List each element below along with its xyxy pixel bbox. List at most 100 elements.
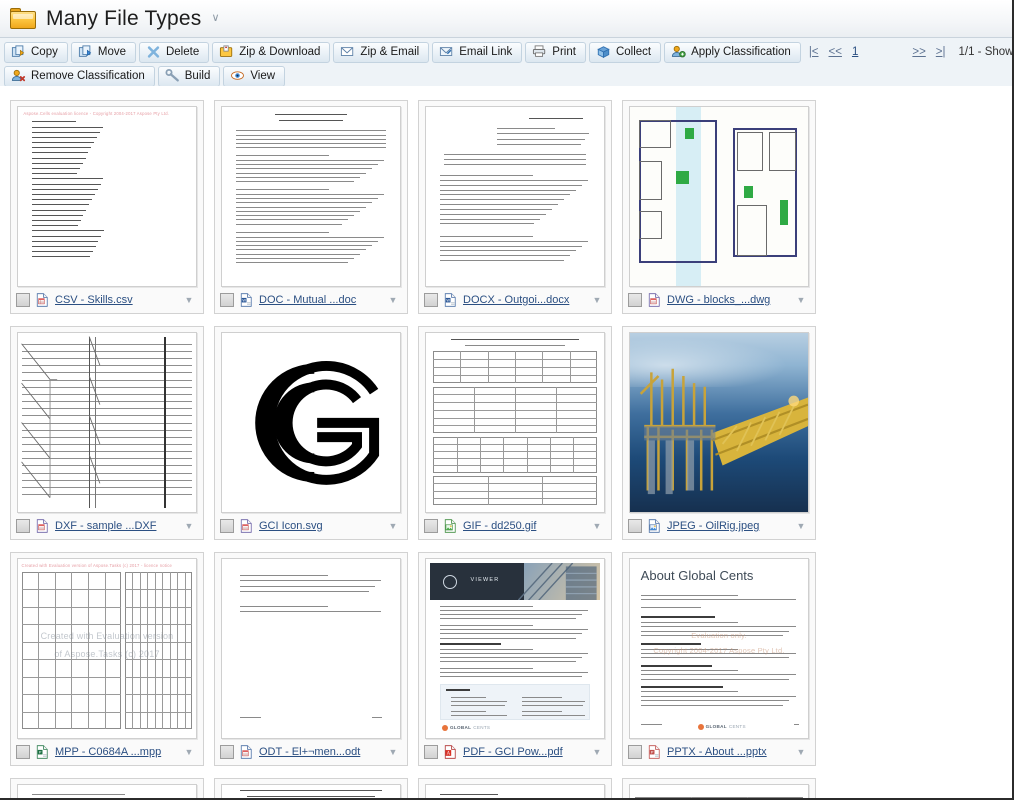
file-card[interactable]: W DOC - Mutual ...doc ▼ [214, 100, 408, 314]
build-button[interactable]: Build [157, 65, 221, 87]
file-card[interactable]: TIF - MA Prop...tif▼ [214, 778, 408, 798]
next-page-link[interactable]: >> [912, 46, 925, 58]
file-thumbnail[interactable] [629, 784, 809, 798]
file-select-checkbox[interactable] [628, 745, 642, 759]
file-menu-caret-icon[interactable]: ▼ [588, 745, 606, 760]
delete-button[interactable]: Delete [138, 41, 210, 63]
file-select-checkbox[interactable] [628, 293, 642, 307]
file-card[interactable]: JPEG - OilRig.jpeg ▼ [622, 326, 816, 540]
file-menu-caret-icon[interactable]: ▼ [792, 519, 810, 534]
file-name-link[interactable]: DWG - blocks_...dwg [667, 294, 787, 306]
file-select-checkbox[interactable] [16, 293, 30, 307]
file-menu-caret-icon[interactable]: ▼ [792, 293, 810, 308]
previous-page-link[interactable]: << [829, 46, 842, 58]
file-card[interactable]: GCI Icon.svg ▼ [214, 326, 408, 540]
file-grid[interactable]: Aspose.Cells evaluation licence - Copyri… [0, 86, 1012, 798]
file-thumbnail[interactable] [221, 784, 401, 798]
file-name-link[interactable]: GIF - dd250.gif [463, 520, 583, 532]
email-link-button[interactable]: Email Link [432, 41, 523, 63]
file-name-link[interactable]: DXF - sample ...DXF [55, 520, 175, 532]
zip-download-button[interactable]: Zip & Download [212, 41, 331, 63]
gif-file-icon [443, 519, 458, 533]
first-page-link[interactable]: |< [809, 46, 819, 58]
file-menu-caret-icon[interactable]: ▼ [180, 745, 198, 760]
file-select-checkbox[interactable] [16, 519, 30, 533]
email-link-icon [439, 45, 454, 59]
toolbar-button-label: Build [184, 70, 211, 82]
file-name-link[interactable]: PPTX - About ...pptx [667, 746, 787, 758]
file-thumbnail[interactable] [629, 332, 809, 513]
copy-button[interactable]: Copy [4, 41, 68, 63]
toolbar-button-label: Move [97, 46, 126, 58]
title-dropdown-caret[interactable]: ∨ [212, 13, 220, 24]
file-name-link[interactable]: ODT - El+¬men...odt [259, 746, 379, 758]
file-select-checkbox[interactable] [424, 293, 438, 307]
file-select-checkbox[interactable] [16, 745, 30, 759]
file-thumbnail[interactable] [221, 332, 401, 513]
file-menu-caret-icon[interactable]: ▼ [588, 293, 606, 308]
zip-email-button[interactable]: Zip & Email [333, 41, 430, 63]
file-thumbnail[interactable] [425, 784, 605, 798]
file-select-checkbox[interactable] [628, 519, 642, 533]
toolbar-row-primary: Copy Move Delete Zip & Download Zip & Email E… [4, 41, 1012, 63]
file-card[interactable]: TXT - pat60015.txt▼ [418, 778, 612, 798]
collect-button[interactable]: Collect [588, 41, 662, 63]
print-button[interactable]: Print [525, 41, 586, 63]
file-card[interactable]: RTF - EULA.jp.rtf▼ [10, 778, 204, 798]
file-select-checkbox[interactable] [220, 293, 234, 307]
file-card-footer: ODT - El+¬men...odt ▼ [215, 739, 407, 765]
file-thumbnail[interactable] [425, 106, 605, 287]
file-menu-caret-icon[interactable]: ▼ [180, 519, 198, 534]
file-card[interactable]: About Global Cents Evaluation only. Copyri… [622, 552, 816, 766]
file-thumbnail[interactable] [425, 332, 605, 513]
file-card-partial[interactable] [622, 778, 816, 798]
file-card[interactable]: DWG - blocks_...dwg ▼ [622, 100, 816, 314]
dwg-file-icon [647, 293, 662, 307]
file-card-footer: P PPTX - About ...pptx ▼ [623, 739, 815, 765]
file-thumbnail[interactable] [629, 106, 809, 287]
apply-classification-button[interactable]: Apply Classification [664, 41, 801, 63]
file-menu-caret-icon[interactable]: ▼ [384, 293, 402, 308]
file-thumbnail[interactable] [221, 558, 401, 739]
file-name-link[interactable]: JPEG - OilRig.jpeg [667, 520, 787, 532]
file-thumbnail[interactable]: About Global Cents Evaluation only. Copyri… [629, 558, 809, 739]
file-card[interactable]: Created with Evaluation version of Aspos… [10, 552, 204, 766]
file-name-link[interactable]: MPP - C0684A ...mpp [55, 746, 175, 758]
file-menu-caret-icon[interactable]: ▼ [384, 745, 402, 760]
file-thumbnail[interactable] [17, 784, 197, 798]
file-thumbnail[interactable]: Aspose.Cells evaluation licence - Copyri… [17, 106, 197, 287]
file-name-link[interactable]: PDF - GCI Pow...pdf [463, 746, 583, 758]
file-name-link[interactable]: DOCX - Outgoi...docx [463, 294, 583, 306]
file-card-footer: CSV - Skills.csv ▼ [11, 287, 203, 313]
file-card[interactable]: DXF - sample ...DXF ▼ [10, 326, 204, 540]
file-card-footer: W DOC - Mutual ...doc ▼ [215, 287, 407, 313]
remove-classification-button[interactable]: Remove Classification [4, 65, 155, 87]
view-button[interactable]: View [223, 65, 286, 87]
file-thumbnail[interactable] [221, 106, 401, 287]
file-select-checkbox[interactable] [424, 745, 438, 759]
file-menu-caret-icon[interactable]: ▼ [792, 745, 810, 760]
file-thumbnail[interactable]: Created with Evaluation version of Aspos… [17, 558, 197, 739]
docx-file-icon: W [443, 293, 458, 307]
file-menu-caret-icon[interactable]: ▼ [384, 519, 402, 534]
file-name-link[interactable]: GCI Icon.svg [259, 520, 379, 532]
move-button[interactable]: Move [70, 41, 136, 63]
page-number-link[interactable]: 1 [852, 46, 858, 58]
file-select-checkbox[interactable] [424, 519, 438, 533]
last-page-link[interactable]: >| [936, 46, 946, 58]
file-card[interactable]: W DOCX - Outgoi...docx ▼ [418, 100, 612, 314]
file-card[interactable]: Aspose.Cells evaluation licence - Copyri… [10, 100, 204, 314]
file-card[interactable]: GIF - dd250.gif ▼ [418, 326, 612, 540]
file-name-link[interactable]: DOC - Mutual ...doc [259, 294, 379, 306]
file-card-footer: P MPP - C0684A ...mpp ▼ [11, 739, 203, 765]
file-thumbnail[interactable]: VIEWER GLOBAL CENTS [425, 558, 605, 739]
file-card-footer: DXF - sample ...DXF ▼ [11, 513, 203, 539]
file-menu-caret-icon[interactable]: ▼ [180, 293, 198, 308]
file-name-link[interactable]: CSV - Skills.csv [55, 294, 175, 306]
file-card[interactable]: VIEWER GLOBAL CENTS A PDF - GCI Pow...pdf ▼ [418, 552, 612, 766]
file-card[interactable]: ODT - El+¬men...odt ▼ [214, 552, 408, 766]
file-menu-caret-icon[interactable]: ▼ [588, 519, 606, 534]
file-select-checkbox[interactable] [220, 745, 234, 759]
file-select-checkbox[interactable] [220, 519, 234, 533]
file-thumbnail[interactable] [17, 332, 197, 513]
